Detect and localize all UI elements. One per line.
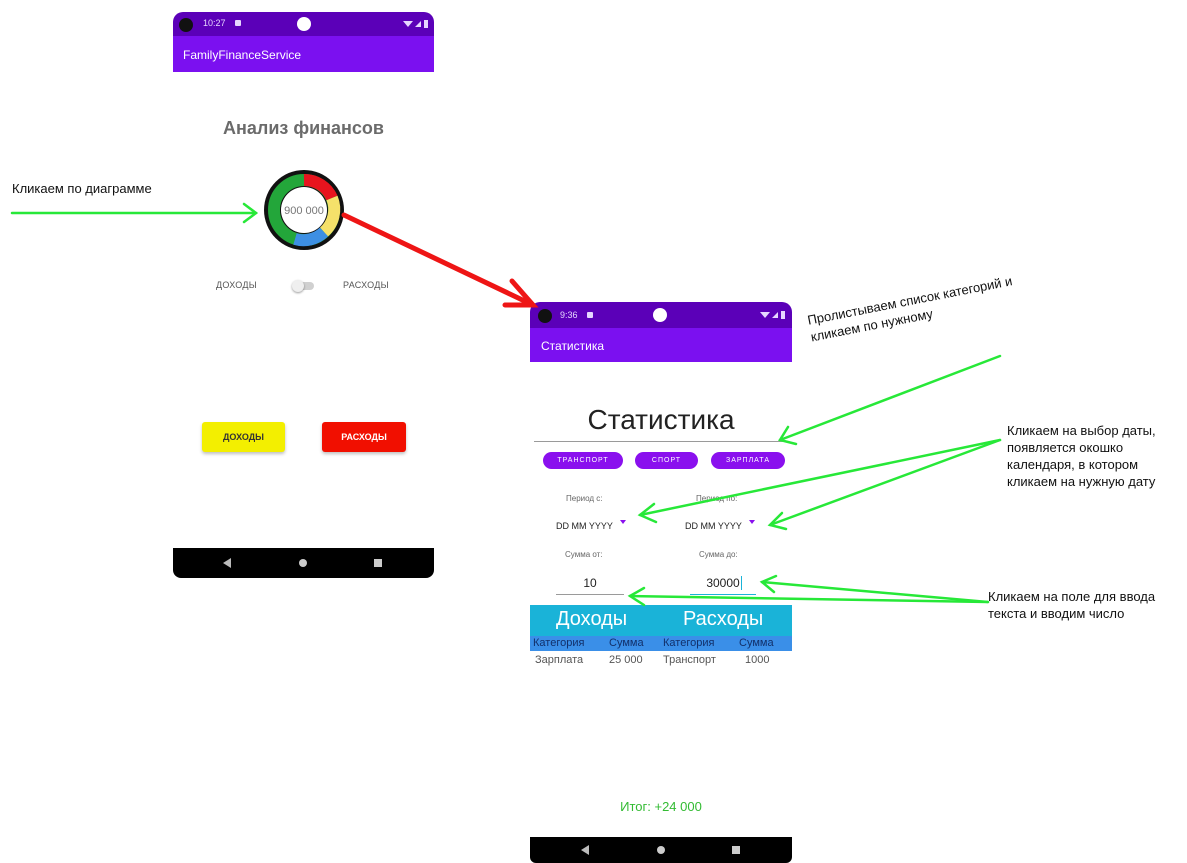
statistics-title: Статистика	[587, 404, 735, 435]
notification-icon	[587, 312, 593, 318]
table-subheader: Категория Сумма Категория Сумма	[530, 636, 792, 651]
expense-button[interactable]: РАСХОДЫ	[322, 422, 406, 452]
table-header: Доходы Расходы	[530, 605, 792, 636]
notification-icon	[235, 20, 241, 26]
income-category-col: Категория	[533, 637, 585, 649]
sum-from-input[interactable]: 10	[556, 576, 624, 590]
date-to-picker[interactable]: DD MM YYYY	[685, 516, 759, 531]
analysis-title: Анализ финансов	[223, 118, 384, 138]
toggle-income-label: ДОХОДЫ	[216, 280, 258, 290]
income-category-cell: Зарплата	[535, 654, 584, 666]
signal-battery-icon	[403, 20, 428, 28]
green-arrow-categories	[778, 354, 1002, 446]
expense-header: Расходы	[683, 608, 764, 630]
front-camera-dot	[653, 308, 667, 322]
category-chip-sport[interactable]: СПОРТ	[635, 452, 698, 469]
camera-icon	[538, 309, 552, 323]
phone1-app-bar: FamilyFinanceService	[173, 36, 434, 72]
toggle-thumb[interactable]	[292, 280, 304, 292]
period-to-label: Период по:	[696, 494, 738, 503]
phone1-nav-bar	[173, 548, 434, 578]
recents-icon[interactable]	[374, 559, 382, 567]
status-time: 10:27	[203, 18, 226, 28]
annotation-click-chart: Кликаем по диаграмме	[12, 181, 152, 196]
home-icon[interactable]	[657, 846, 665, 854]
annotation-date-pick: Кликаем на выбор даты, появляется окошко…	[1007, 423, 1156, 489]
green-arrow-date-to	[767, 438, 1002, 531]
text-cursor	[741, 576, 742, 590]
annotation-scroll-categories: Пролистываем список категорий и кликаем …	[806, 273, 1014, 345]
back-icon[interactable]	[581, 845, 589, 855]
table-row[interactable]: Зарплата 25 000 Транспорт 1000	[530, 653, 792, 669]
date-from-value: DD MM YYYY	[556, 521, 613, 531]
green-arrow-sum-to	[759, 574, 990, 604]
expense-sum-col: Сумма	[739, 637, 774, 649]
sum-from-label: Сумма от:	[565, 550, 603, 559]
donut-center-value: 900 000	[284, 205, 324, 217]
dropdown-arrow-icon	[749, 520, 755, 524]
category-chip-transport[interactable]: ТРАНСПОРТ	[543, 452, 623, 469]
expense-category-col: Категория	[663, 637, 715, 649]
annotation-input-field: Кликаем на поле для ввода текста и вводи…	[988, 589, 1156, 621]
phone2-app-bar: Статистика	[530, 328, 792, 362]
phone1-status-bar: 10:27	[173, 12, 434, 36]
income-sum-col: Сумма	[609, 637, 644, 649]
green-arrow-sum-from	[627, 586, 990, 607]
income-sum-cell: 25 000	[609, 654, 643, 666]
signal-battery-icon	[760, 311, 785, 319]
recents-icon[interactable]	[732, 846, 740, 854]
income-header: Доходы	[556, 608, 628, 630]
expense-sum-cell: 1000	[745, 654, 770, 666]
dropdown-arrow-icon	[620, 520, 626, 524]
date-to-value: DD MM YYYY	[685, 521, 742, 531]
green-arrow-chart	[10, 202, 259, 224]
category-chip-salary[interactable]: ЗАРПЛАТА	[711, 452, 785, 469]
phone2-status-bar: 9:36	[530, 302, 792, 328]
income-button[interactable]: ДОХОДЫ	[202, 422, 285, 452]
sum-to-underline	[690, 594, 756, 595]
app-title: FamilyFinanceService	[183, 48, 302, 62]
home-icon[interactable]	[299, 559, 307, 567]
phone2-nav-bar	[530, 837, 792, 863]
sum-from-underline	[556, 594, 624, 595]
status-time: 9:36	[560, 310, 578, 320]
front-camera-dot	[297, 17, 311, 31]
toggle-expense-label: РАСХОДЫ	[343, 280, 389, 290]
date-from-picker[interactable]: DD MM YYYY	[556, 516, 628, 531]
sum-to-label: Сумма до:	[699, 550, 738, 559]
app-title: Статистика	[541, 339, 605, 353]
sum-to-input[interactable]: 30000	[690, 576, 756, 590]
expense-category-cell: Транспорт	[663, 654, 716, 666]
title-divider	[534, 441, 787, 442]
back-icon[interactable]	[223, 558, 231, 568]
total-label: Итог: +24 000	[620, 799, 702, 814]
period-from-label: Период с:	[566, 494, 603, 503]
finance-donut-chart[interactable]: 900 000	[262, 168, 346, 252]
red-arrow-transition	[341, 212, 539, 308]
camera-icon	[179, 18, 193, 32]
